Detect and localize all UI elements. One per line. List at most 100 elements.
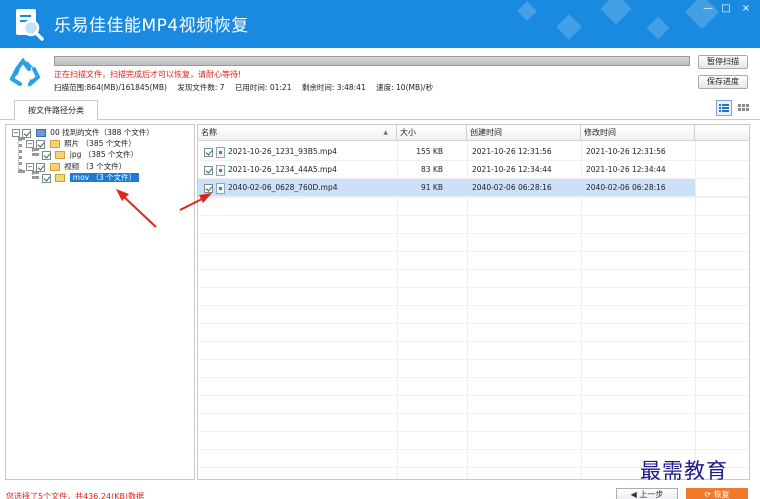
recycle-icon (9, 57, 41, 87)
minimize-button[interactable]: — (700, 2, 716, 16)
empty-row-line (198, 323, 749, 324)
collapse-icon[interactable]: − (26, 163, 34, 171)
previous-step-button[interactable]: ◀ 上一步 (616, 488, 678, 499)
checkbox[interactable] (42, 150, 51, 160)
empty-row-line (198, 341, 749, 342)
tree-node-mov[interactable]: mov （3 个文件） (42, 172, 140, 183)
scan-progress-fill (55, 57, 689, 65)
magnifier-document-icon (16, 9, 44, 41)
tree-node-label: 00 找到的文件（388 个文件） (50, 128, 154, 137)
tree-node-root[interactable]: − 00 找到的文件（388 个文件） (12, 127, 154, 138)
tree-node-label: mov （3 个文件） (69, 173, 140, 182)
scan-status-panel: 正在扫描文件，扫描完成后才可以恢复，请耐心等待! 扫描范围:864(MB)/16… (0, 48, 760, 98)
title-bar: 乐易佳佳能MP4视频恢复 — □ × (0, 0, 760, 48)
empty-row-line (198, 233, 749, 234)
file-size: 91 KB (397, 179, 467, 196)
file-created: 2021-10-26 12:34:44 (472, 165, 552, 174)
found-count: 发现文件数: 7 (177, 83, 224, 92)
selection-status: 您选择了5个文件，共436.24(KB)数据 (6, 492, 145, 499)
tree-node-label: 照片 （385 个文件） (64, 139, 136, 148)
scan-progress-bar (54, 56, 690, 66)
found-count-label: 发现文件数: (177, 83, 218, 92)
checkbox[interactable] (22, 128, 32, 138)
scan-speed: 速度: 10(MB)/秒 (376, 83, 433, 92)
table-row[interactable]: 2021-10-26_1231_93B5.mp4 155 KB 2021-10-26… (198, 143, 749, 161)
empty-row-line (198, 305, 749, 306)
row-checkbox[interactable] (204, 165, 213, 175)
save-progress-button[interactable]: 保存进度 (698, 75, 748, 89)
tab-bar: 按文件路径分类 (0, 98, 760, 121)
tree-node-label: jpg （385 个文件） (69, 150, 138, 159)
pause-scan-button[interactable]: 暂停扫描 (698, 55, 748, 69)
empty-row-line (198, 449, 749, 450)
video-file-icon (216, 182, 225, 194)
folder-tree: − 00 找到的文件（388 个文件） − 照片 （385 个文件） jpg （… (5, 124, 195, 480)
column-header-name[interactable]: 名称 ▲ (198, 125, 397, 141)
folder-icon (49, 140, 60, 148)
row-checkbox[interactable] (204, 183, 213, 193)
file-created: 2021-10-26 12:31:56 (472, 147, 552, 156)
tab-by-path[interactable]: 按文件路径分类 (14, 100, 98, 121)
empty-row-line (198, 197, 749, 198)
remaining-time-label: 剩余时间: (301, 83, 335, 92)
tree-node-label: 视频 （3 个文件） (64, 162, 127, 171)
scan-speed-value: 10(MB)/秒 (396, 83, 434, 92)
elapsed-time-value: 01:21 (269, 83, 292, 92)
remaining-time: 剩余时间: 3:48:41 (302, 83, 366, 92)
table-row[interactable]: 2021-10-26_1234_44A5.mp4 83 KB 2021-10-26 … (198, 161, 749, 179)
folder-icon (55, 151, 66, 159)
maximize-button[interactable]: □ (718, 2, 734, 16)
column-header-modified[interactable]: 修改时间 (581, 125, 695, 141)
column-header-created[interactable]: 创建时间 (467, 125, 581, 141)
table-row[interactable]: 2040-02-06_0628_760D.mp4 91 KB 2040-02-06 … (198, 179, 749, 197)
file-list-header: 名称 ▲ 大小 创建时间 修改时间 (198, 125, 749, 141)
tree-connector (32, 148, 36, 156)
list-view-icon[interactable] (716, 100, 732, 116)
checkbox[interactable] (36, 162, 46, 172)
close-button[interactable]: × (738, 2, 754, 16)
recover-button[interactable]: ⟳ 恢复 (686, 488, 748, 499)
file-modified: 2040-02-06 06:28:16 (581, 179, 695, 196)
tree-node-video[interactable]: − 视频 （3 个文件） (26, 161, 126, 172)
file-name-cell: 2040-02-06_0628_760D.mp4 (198, 179, 397, 196)
app-title: 乐易佳佳能MP4视频恢复 (54, 16, 249, 36)
file-name-cell: 2021-10-26_1231_93B5.mp4 (198, 143, 397, 160)
sort-ascending-icon: ▲ (383, 129, 388, 136)
checkbox[interactable] (42, 173, 51, 183)
file-list: 名称 ▲ 大小 创建时间 修改时间 2021-10-26_1231_93B5.m… (197, 124, 750, 480)
scan-range: 扫描范围:864(MB)/161845(MB) (54, 83, 167, 92)
tree-node-pictures[interactable]: − 照片 （385 个文件） (26, 138, 136, 149)
empty-row-line (198, 287, 749, 288)
file-size: 83 KB (421, 165, 443, 174)
scan-range-label: 扫描范围: (54, 83, 87, 92)
file-created: 2040-02-06 06:28:16 (467, 179, 581, 196)
grid-view-icon[interactable] (735, 100, 751, 116)
empty-row-line (198, 377, 749, 378)
elapsed-time: 已用时间: 01:21 (235, 83, 292, 92)
tree-node-jpg[interactable]: jpg （385 个文件） (42, 149, 138, 160)
checkbox[interactable] (36, 139, 46, 149)
collapse-icon[interactable]: − (26, 140, 34, 148)
found-count-value: 7 (219, 83, 225, 92)
tree-connector (32, 171, 36, 179)
scan-range-value: 864(MB)/161845(MB) (86, 83, 167, 92)
video-file-icon (216, 164, 225, 176)
row-checkbox[interactable] (204, 147, 213, 157)
file-name: 2021-10-26_1234_44A5.mp4 (228, 165, 337, 174)
elapsed-time-label: 已用时间: (234, 83, 268, 92)
computer-icon (35, 129, 46, 137)
column-header-size[interactable]: 大小 (397, 125, 467, 141)
empty-row-line (198, 215, 749, 216)
collapse-icon[interactable]: − (12, 129, 20, 137)
video-file-icon (216, 146, 225, 158)
empty-row-line (198, 359, 749, 360)
file-modified: 2021-10-26 12:34:44 (586, 165, 666, 174)
scan-speed-label: 速度: (376, 83, 394, 92)
file-name: 2021-10-26_1231_93B5.mp4 (228, 147, 337, 156)
empty-row-line (198, 413, 749, 414)
empty-row-line (198, 251, 749, 252)
file-name: 2040-02-06_0628_760D.mp4 (228, 183, 338, 192)
watermark-text: 最需教育 (640, 459, 728, 483)
remaining-time-value: 3:48:41 (336, 83, 366, 92)
scan-warning: 正在扫描文件，扫描完成后才可以恢复，请耐心等待! (54, 70, 242, 79)
